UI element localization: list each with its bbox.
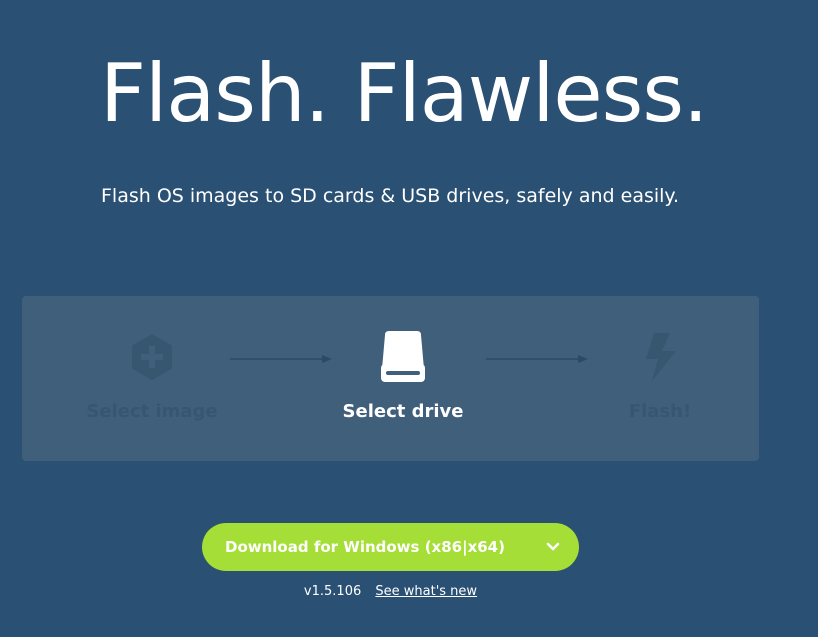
chevron-down-icon[interactable]: [545, 540, 561, 554]
lightning-icon: [632, 329, 688, 385]
step-label-flash: Flash!: [628, 401, 692, 422]
whats-new-link[interactable]: See what's new: [375, 584, 477, 599]
hero-headline: Flash. Flawless.: [100, 47, 708, 140]
step-flash[interactable]: Flash!: [550, 296, 770, 461]
step-select-image[interactable]: Select image: [42, 296, 262, 461]
step-label-select-image: Select image: [86, 401, 218, 422]
version-number: v1.5.106: [303, 584, 362, 599]
steps-panel: Select image Select drive Flash!: [22, 296, 759, 461]
step-select-drive[interactable]: Select drive: [293, 296, 513, 461]
add-image-icon: [124, 329, 180, 385]
download-button[interactable]: Download for Windows (x86|x64): [202, 523, 579, 571]
download-button-label: Download for Windows (x86|x64): [225, 538, 505, 556]
hero-tagline: Flash OS images to SD cards & USB drives…: [100, 185, 679, 207]
release-info: v1.5.106 See what's new: [0, 583, 781, 601]
step-label-select-drive: Select drive: [342, 401, 464, 422]
drive-icon: [375, 329, 431, 385]
